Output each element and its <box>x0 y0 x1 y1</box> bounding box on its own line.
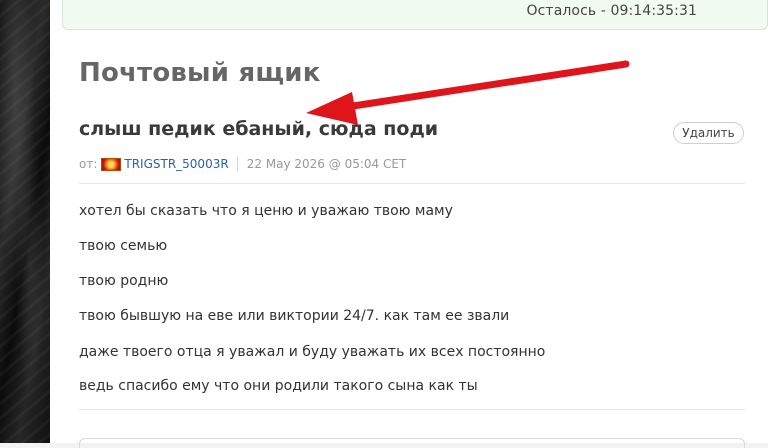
arrow-head <box>306 92 358 125</box>
red-arrow-annotation <box>306 60 630 125</box>
arrow-shaft <box>336 60 630 112</box>
